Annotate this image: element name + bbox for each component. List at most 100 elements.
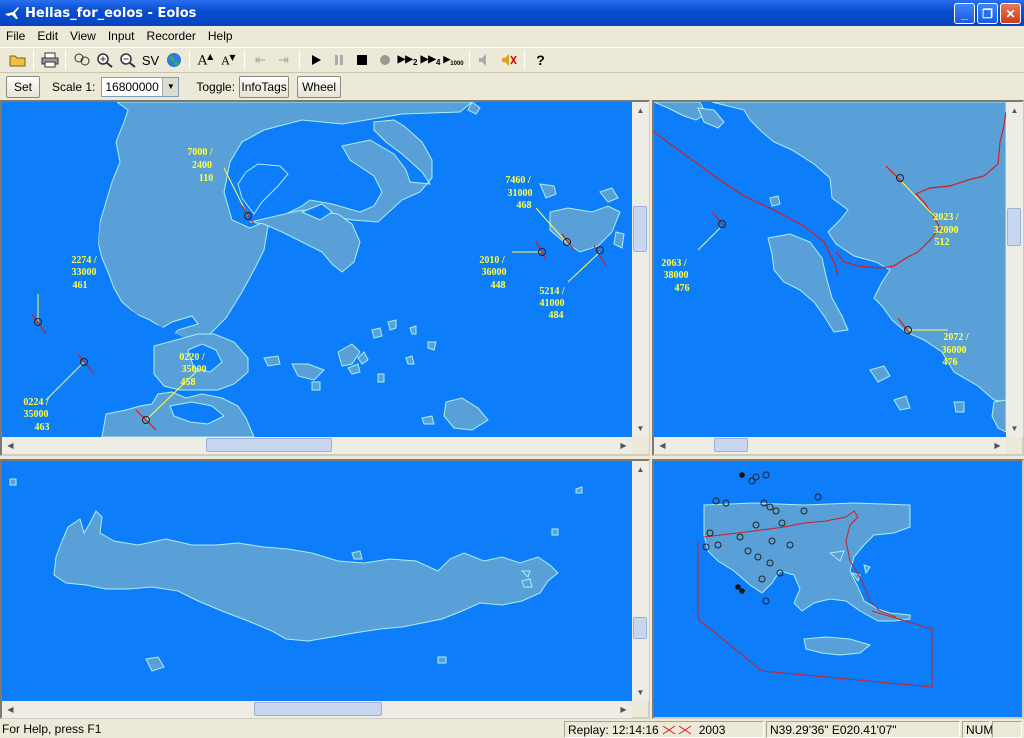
main-toolbar: SV A▲ A▼ ⇤ ⇥ ▶▶2 ▶▶4 ▶1000 ?: [0, 47, 1024, 73]
pause-icon[interactable]: [327, 49, 350, 71]
infotag-line: 0224 /: [23, 397, 49, 408]
globe-icon[interactable]: [162, 49, 185, 71]
infotag-line: 476: [675, 283, 690, 294]
infotag-line: 7460 /: [505, 175, 531, 186]
horizontal-scrollbar[interactable]: ◀ ▶: [2, 701, 632, 718]
restore-button[interactable]: ❐: [977, 3, 998, 24]
infotags-button[interactable]: InfoTags: [239, 75, 290, 98]
volume-icon[interactable]: [474, 49, 497, 71]
scroll-down-icon[interactable]: ▼: [632, 684, 649, 701]
infotag-line: 35000: [182, 364, 207, 375]
font-larger-icon[interactable]: A▲: [194, 49, 217, 71]
infotag-line: 2072 /: [943, 332, 969, 343]
infotag-line: 36000: [482, 267, 507, 278]
map-view-overview[interactable]: [654, 461, 1022, 717]
zoom-out-icon[interactable]: [116, 49, 139, 71]
print-icon[interactable]: [38, 49, 61, 71]
scroll-left-icon[interactable]: ◀: [2, 701, 19, 718]
close-button[interactable]: ✕: [1000, 3, 1021, 24]
infotag-line: 0220 /: [179, 352, 205, 363]
mute-icon[interactable]: [497, 49, 520, 71]
horizontal-scrollbar[interactable]: ◀ ▶: [2, 437, 632, 454]
status-bar: For Help, press F1 Replay: 12:14:16 2003…: [0, 720, 1024, 738]
sv-button[interactable]: SV: [139, 49, 162, 71]
scroll-left-icon[interactable]: ◀: [654, 437, 671, 454]
scroll-right-icon[interactable]: ▶: [615, 701, 632, 718]
infotag-line: 2023 /: [933, 212, 959, 223]
minimize-button[interactable]: _: [954, 3, 975, 24]
replay-status: Replay: 12:14:16 2003: [564, 721, 764, 738]
scale-label: Scale 1:: [52, 79, 96, 94]
scroll-down-icon[interactable]: ▼: [632, 420, 649, 437]
scroll-down-icon[interactable]: ▼: [1006, 420, 1023, 437]
infotag-line: 33000: [72, 267, 97, 278]
scroll-thumb[interactable]: [633, 617, 647, 639]
horizontal-scrollbar[interactable]: ◀ ▶: [654, 437, 1006, 454]
zoom-fit-icon[interactable]: [70, 49, 93, 71]
vertical-scrollbar[interactable]: ▲ ▼: [632, 102, 649, 437]
infotag-line: 31000: [508, 188, 533, 199]
infotag-line: 35000: [24, 409, 49, 420]
scroll-thumb[interactable]: [1007, 208, 1021, 246]
num-lock-status: NUM: [962, 721, 993, 738]
vertical-scrollbar[interactable]: ▲ ▼: [1006, 102, 1023, 437]
scroll-thumb[interactable]: [254, 702, 382, 716]
scroll-up-icon[interactable]: ▲: [632, 461, 649, 478]
infotag-line: 448: [491, 280, 506, 291]
infotag-line: 458: [181, 377, 196, 388]
chevron-down-icon[interactable]: ▼: [162, 77, 179, 96]
scroll-right-icon[interactable]: ▶: [989, 437, 1006, 454]
infotag-line: 7000 /: [187, 147, 213, 158]
scale-value: 16800000: [105, 79, 159, 94]
menu-bar: File Edit View Input Recorder Help: [0, 26, 1024, 46]
wheel-button[interactable]: Wheel: [297, 75, 342, 98]
vertical-scrollbar[interactable]: ▲ ▼: [632, 461, 649, 701]
open-icon[interactable]: [6, 49, 29, 71]
menu-recorder[interactable]: Recorder: [141, 29, 202, 43]
record-icon[interactable]: [373, 49, 396, 71]
scroll-thumb[interactable]: [714, 438, 748, 452]
infotag-line: 461: [73, 280, 88, 291]
scroll-up-icon[interactable]: ▲: [1006, 102, 1023, 119]
menu-file[interactable]: File: [0, 29, 31, 43]
infotag-line: 41000: [540, 298, 565, 309]
scroll-right-icon[interactable]: ▶: [615, 437, 632, 454]
infotag-line: 468: [517, 200, 532, 211]
menu-edit[interactable]: Edit: [31, 29, 64, 43]
stop-icon[interactable]: [350, 49, 373, 71]
scroll-thumb[interactable]: [206, 438, 332, 452]
menu-input[interactable]: Input: [102, 29, 141, 43]
scroll-thumb[interactable]: [633, 206, 647, 252]
map-view-ionian[interactable]: 2063 / 38000 476 2023 / 32000 512 2072 /…: [654, 102, 1006, 437]
map-view-crete[interactable]: [2, 461, 632, 701]
app-icon: [5, 7, 19, 19]
disabled-arrow-right-icon: ⇥: [278, 52, 289, 67]
infotag-line: 476: [943, 357, 958, 368]
infotag-line: 32000: [934, 225, 959, 236]
play-icon[interactable]: [304, 49, 327, 71]
scale-combo[interactable]: 16800000 ▼: [101, 76, 180, 97]
infotag-line: 36000: [942, 345, 967, 356]
title-bar: Hellas_for_eolos - Eolos _ ❐ ✕: [0, 0, 1024, 26]
replay-year: 2003: [698, 722, 726, 737]
infotag-line: 110: [199, 173, 213, 184]
map-pane-overview: [652, 459, 1024, 719]
speed-x4-icon[interactable]: ▶▶4: [419, 49, 442, 71]
map-pane-crete: ▲ ▼ ◀ ▶: [0, 459, 650, 719]
menu-help[interactable]: Help: [202, 29, 239, 43]
replay-marker-icon: [662, 725, 692, 734]
scroll-up-icon[interactable]: ▲: [632, 102, 649, 119]
font-smaller-icon[interactable]: A▼: [217, 49, 240, 71]
speed-x2-icon[interactable]: ▶▶2: [396, 49, 419, 71]
zoom-in-icon[interactable]: [93, 49, 116, 71]
help-icon[interactable]: ?: [529, 49, 552, 71]
toggle-label: Toggle:: [196, 79, 236, 94]
infotag-line: 38000: [664, 270, 689, 281]
map-pane-aegean: 7000 / 2400 110 7460 / 31000 468 2274 / …: [0, 100, 650, 456]
speed-x1000-icon[interactable]: ▶1000: [442, 49, 465, 71]
set-button[interactable]: Set: [6, 75, 40, 98]
scroll-left-icon[interactable]: ◀: [2, 437, 19, 454]
map-view-aegean[interactable]: 7000 / 2400 110 7460 / 31000 468 2274 / …: [2, 102, 632, 437]
menu-view[interactable]: View: [64, 29, 102, 43]
infotag-line: 5214 /: [539, 286, 565, 297]
